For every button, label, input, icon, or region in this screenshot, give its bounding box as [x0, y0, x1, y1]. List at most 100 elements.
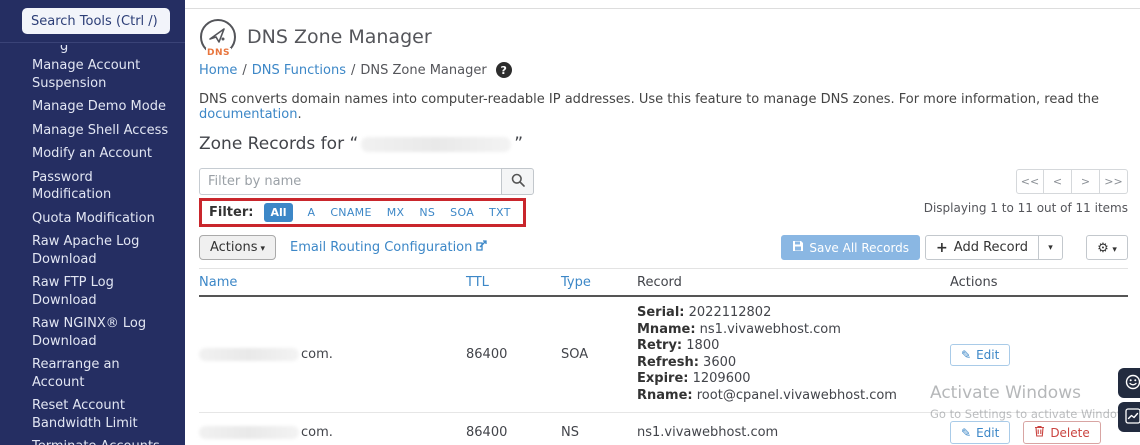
- description-text: DNS converts domain names into computer-…: [199, 92, 1100, 107]
- save-all-records-button[interactable]: Save All Records: [781, 235, 921, 260]
- settings-gear-button[interactable]: ⚙ ▾: [1086, 235, 1128, 260]
- page-header: DNS DNS Zone Manager: [199, 18, 1128, 58]
- pager-prev-button[interactable]: <: [1044, 169, 1072, 194]
- add-record-dropdown-caret[interactable]: ▾: [1039, 235, 1063, 260]
- email-routing-configuration-link[interactable]: Email Routing Configuration: [290, 240, 488, 255]
- pagination: << < > >> Displaying 1 to 11 out of 11 i…: [924, 169, 1128, 227]
- help-icon[interactable]: ?: [495, 62, 512, 78]
- caret-down-icon: ▾: [260, 244, 266, 254]
- edit-button[interactable]: ✎ Edit: [950, 343, 1011, 366]
- filter-option-txt[interactable]: TXT: [489, 206, 511, 219]
- sidebar-item-manage-demo-mode[interactable]: Manage Demo Mode: [32, 98, 175, 116]
- edit-label: Edit: [976, 425, 1000, 440]
- delete-label: Delete: [1050, 425, 1090, 440]
- sidebar-item-quota-modification[interactable]: Quota Modification: [32, 210, 175, 228]
- breadcrumb-dns-functions-link[interactable]: DNS Functions: [252, 63, 346, 78]
- pager-next-button[interactable]: >: [1072, 169, 1100, 194]
- search-tools-input[interactable]: [22, 8, 170, 34]
- column-header-ttl[interactable]: TTL: [466, 269, 561, 295]
- add-record-group: + Add Record ▾: [925, 235, 1063, 260]
- column-header-type[interactable]: Type: [561, 269, 637, 295]
- sidebar-item-reset-account-bandwidth-limit[interactable]: Reset Account Bandwidth Limit: [32, 397, 175, 432]
- cell-ttl: 86400: [466, 425, 508, 440]
- sidebar-item-terminate-accounts[interactable]: Terminate Accounts: [32, 438, 175, 445]
- zone-heading-prefix: Zone Records for “: [199, 134, 359, 154]
- filter-option-a[interactable]: A: [308, 206, 316, 219]
- sidebar-item-raw-apache-log-download[interactable]: Raw Apache Log Download: [32, 233, 175, 268]
- caret-down-icon: ▾: [1112, 243, 1117, 254]
- sidebar-item-manage-shell-access[interactable]: Manage Shell Access: [32, 122, 175, 140]
- sidebar-item-raw-nginx-log-download[interactable]: Raw NGINX® Log Download: [32, 315, 175, 350]
- breadcrumb: Home / DNS Functions / DNS Zone Manager …: [199, 62, 1128, 78]
- soa-field-retry: Retry: 1800: [637, 338, 720, 353]
- pager-buttons: << < > >>: [1016, 169, 1128, 194]
- plus-icon: +: [936, 239, 948, 256]
- cell-actions: ✎ Edit: [950, 336, 1128, 374]
- cell-name: com.: [199, 339, 466, 370]
- floating-edge-buttons: [1118, 368, 1140, 432]
- cell-type: SOA: [561, 347, 589, 362]
- search-icon: [511, 173, 525, 190]
- sidebar-item-manage-account-suspension[interactable]: Manage Account Suspension: [32, 57, 175, 92]
- analytics-button[interactable]: [1118, 402, 1140, 432]
- redacted-domain: [199, 348, 299, 361]
- breadcrumb-home-link[interactable]: Home: [199, 63, 237, 78]
- dns-zone-manager-icon: DNS: [199, 18, 237, 58]
- gear-icon: ⚙: [1097, 239, 1109, 255]
- analytics-chart-icon: [1125, 407, 1140, 427]
- save-all-label: Save All Records: [809, 240, 910, 255]
- soa-field-refresh: Refresh: 3600: [637, 354, 737, 370]
- edit-label: Edit: [976, 347, 1000, 362]
- breadcrumb-current: DNS Zone Manager: [360, 62, 487, 78]
- feedback-smiley-icon: [1125, 374, 1140, 393]
- zone-heading-suffix: ”: [514, 134, 524, 154]
- delete-button[interactable]: Delete: [1023, 421, 1101, 444]
- table-row-soa: com. 86400 SOA Serial: 2022112802 Mname:…: [199, 297, 1128, 413]
- cell-type: NS: [561, 425, 579, 440]
- sidebar-item-raw-ftp-log-download[interactable]: Raw FTP Log Download: [32, 274, 175, 309]
- soa-field-serial: Serial: 2022112802: [637, 305, 772, 320]
- filter-option-cname[interactable]: CNAME: [330, 206, 371, 219]
- column-header-name[interactable]: Name: [199, 269, 466, 295]
- column-header-actions: Actions: [950, 275, 998, 290]
- feedback-button[interactable]: [1118, 368, 1140, 398]
- edit-pencil-icon: ✎: [961, 425, 972, 440]
- table-header-row: Name TTL Type Record Actions: [199, 269, 1128, 297]
- sidebar-search-wrap: [0, 0, 185, 43]
- top-divider: [185, 0, 1140, 9]
- search-button[interactable]: [501, 168, 534, 195]
- soa-field-expire: Expire: 1209600: [637, 371, 751, 386]
- filter-option-soa[interactable]: SOA: [450, 206, 474, 219]
- actions-label: Actions: [210, 240, 258, 255]
- redacted-domain: [361, 136, 512, 152]
- pager-last-button[interactable]: >>: [1100, 169, 1128, 194]
- page-description: DNS converts domain names into computer-…: [199, 92, 1128, 122]
- sidebar-item-rearrange-an-account[interactable]: Rearrange an Account: [32, 356, 175, 391]
- edit-button[interactable]: ✎ Edit: [950, 421, 1011, 444]
- name-suffix: com.: [301, 347, 333, 362]
- redacted-domain: [199, 426, 299, 439]
- toolbar-right: Save All Records + Add Record ▾ ⚙ ▾: [781, 235, 1128, 260]
- sidebar-menu: g Manage Account Suspension Manage Demo …: [0, 43, 185, 445]
- sidebar-item-clipped[interactable]: g: [60, 45, 175, 53]
- filter-by-name-input[interactable]: [199, 168, 501, 195]
- sidebar-item-password-modification[interactable]: Password Modification: [32, 169, 175, 204]
- zone-records-heading: Zone Records for “ ”: [199, 134, 1128, 154]
- delete-trash-icon: [1034, 425, 1045, 440]
- add-record-button[interactable]: + Add Record: [925, 235, 1039, 260]
- filter-option-all[interactable]: All: [264, 203, 293, 222]
- filter-option-ns[interactable]: NS: [419, 206, 435, 219]
- edit-pencil-icon: ✎: [961, 347, 972, 362]
- sidebar-item-modify-an-account[interactable]: Modify an Account: [32, 145, 175, 163]
- filter-option-mx[interactable]: MX: [387, 206, 405, 219]
- actions-dropdown-button[interactable]: Actions ▾: [199, 235, 277, 260]
- breadcrumb-separator: /: [242, 62, 247, 78]
- table-row-ns1: com. 86400 NS ns1.vivawebhost.com ✎ Edit …: [199, 413, 1128, 445]
- save-icon: [792, 240, 804, 255]
- cell-record-soa: Serial: 2022112802 Mname: ns1.vivawebhos…: [637, 297, 950, 412]
- documentation-link[interactable]: documentation: [199, 107, 297, 122]
- email-routing-label: Email Routing Configuration: [290, 240, 473, 255]
- column-header-record: Record: [637, 275, 682, 290]
- pager-first-button[interactable]: <<: [1016, 169, 1044, 194]
- soa-field-rname: Rname: root@cpanel.vivawebhost.com: [637, 387, 897, 403]
